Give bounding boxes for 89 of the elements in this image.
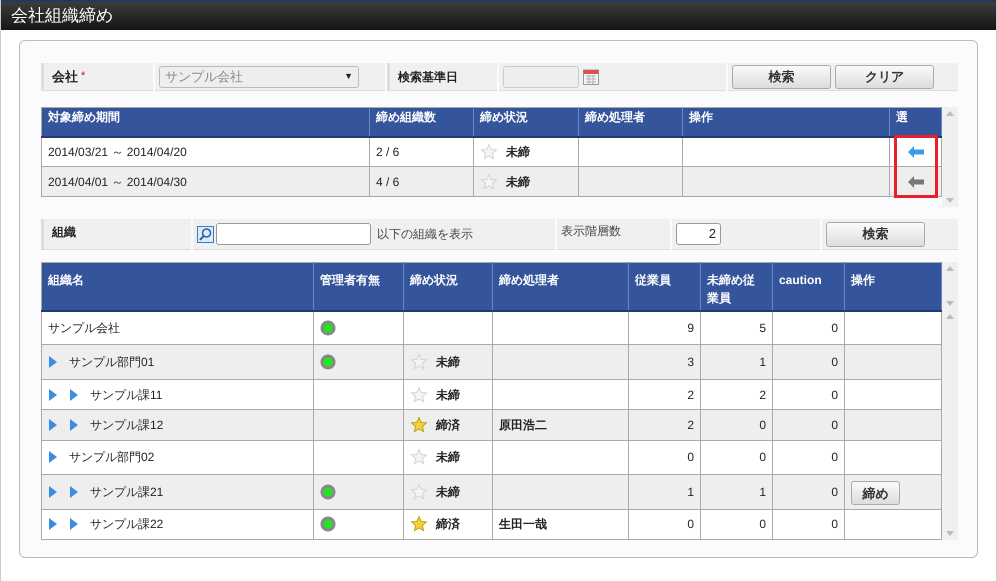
table-cell: 2014/04/01 ～ 2014/04/30 xyxy=(42,166,370,196)
column-header: 操作 xyxy=(844,262,942,310)
status-text: 未締 xyxy=(436,386,460,404)
close-button[interactable]: 締め xyxy=(851,481,900,506)
status-text: 未締 xyxy=(506,144,530,161)
table-row[interactable]: 2014/04/01 ～ 2014/04/30 4 / 6 未締 xyxy=(42,166,942,196)
status-text: 締済 xyxy=(436,416,460,434)
expand-icon[interactable] xyxy=(48,418,58,432)
expand-icon[interactable] xyxy=(69,388,79,402)
organization-name: サンプル課12 xyxy=(90,416,164,434)
status-text: 未締 xyxy=(436,484,460,501)
organization-field[interactable] xyxy=(216,223,371,245)
table-cell: 1 xyxy=(700,344,772,380)
expand-icon[interactable] xyxy=(48,355,58,370)
expand-icon[interactable] xyxy=(69,517,79,532)
company-dropdown[interactable]: サンプル会社 ▼ xyxy=(159,66,359,88)
field-suffix: 以下の組織を表示 xyxy=(377,226,473,243)
status-text: 未締 xyxy=(436,354,460,372)
column-header: 従業員 xyxy=(628,262,700,310)
column-header: 締め組織数 xyxy=(370,108,474,136)
table-row[interactable]: 2014/03/21 ～ 2014/04/20 2 / 6 未締 xyxy=(42,136,942,166)
scroll-down-icon[interactable] xyxy=(946,301,954,306)
column-header: 締め処理者 xyxy=(492,262,628,310)
highlight-frame xyxy=(894,135,938,198)
organization-name: サンプル課22 xyxy=(90,516,164,534)
expand-icon[interactable] xyxy=(48,450,58,464)
column-header: 対象締め期間 xyxy=(42,108,370,136)
table-cell: 0 xyxy=(772,509,844,540)
status-text: 未締 xyxy=(506,174,530,190)
column-header: 組織名 xyxy=(42,262,314,310)
scrollbar[interactable] xyxy=(942,310,958,540)
scrollbar[interactable] xyxy=(942,107,958,207)
table-cell: 0 xyxy=(772,474,844,510)
table-cell: 1 xyxy=(628,474,700,510)
expand-icon[interactable] xyxy=(69,484,79,499)
table-cell: 0 xyxy=(772,410,844,440)
field-label: 検索基準日 xyxy=(398,68,458,86)
clear-button[interactable]: クリア xyxy=(835,64,934,88)
organization-name: サンプル部門02 xyxy=(69,449,154,466)
table-cell: 0 xyxy=(700,410,772,440)
column-header: 未締め従業員 xyxy=(700,262,772,310)
dropdown-arrow: ▼ xyxy=(344,70,353,83)
table-cell: 0 xyxy=(772,344,844,380)
expand-icon[interactable] xyxy=(48,484,58,499)
search-button[interactable]: 検索 xyxy=(732,64,831,88)
field-label: 表示階層数 xyxy=(561,223,621,240)
column-header: 操作 xyxy=(682,108,890,136)
table-cell: 1 xyxy=(700,474,772,510)
left-arrow-icon[interactable] xyxy=(908,176,924,188)
scroll-up-icon[interactable] xyxy=(946,266,954,271)
column-header: 選 xyxy=(890,108,942,136)
scroll-down-icon[interactable] xyxy=(946,198,954,203)
status-text: 未締 xyxy=(436,449,460,466)
organization-name: サンプル課21 xyxy=(90,484,164,501)
table-cell: 3 xyxy=(628,344,700,380)
organization-name: サンプル課11 xyxy=(90,386,162,404)
organization-name: サンプル会社 xyxy=(48,320,120,337)
table-cell: 0 xyxy=(628,509,700,540)
scroll-down-icon[interactable] xyxy=(946,531,954,536)
column-header: caution xyxy=(772,262,844,310)
table-cell: 0 xyxy=(700,509,772,540)
dropdown-value: サンプル会社 xyxy=(165,68,243,86)
scroll-up-icon[interactable] xyxy=(946,111,954,116)
column-header: 締め状況 xyxy=(474,108,578,136)
scrollbar[interactable] xyxy=(942,262,958,310)
field-value: 2 xyxy=(708,225,716,244)
search-icon[interactable] xyxy=(197,226,214,242)
date-field[interactable] xyxy=(503,66,579,88)
field-label: 会社 xyxy=(52,68,78,86)
organization-name: サンプル部門01 xyxy=(69,354,154,372)
window-title: 会社組織締め xyxy=(11,5,113,28)
status-text: 締済 xyxy=(436,516,460,534)
column-header: 締め処理者 xyxy=(578,108,682,136)
required-mark: * xyxy=(81,69,86,84)
field-label: 組織 xyxy=(52,224,76,241)
search-button[interactable]: 検索 xyxy=(826,222,925,246)
closer-name: 生田一哉 xyxy=(499,517,547,532)
column-header: 管理者有無 xyxy=(314,262,404,310)
levels-field[interactable]: 2 xyxy=(676,223,721,245)
scroll-up-icon[interactable] xyxy=(946,314,954,319)
expand-icon[interactable] xyxy=(48,517,58,532)
table-cell: 2 xyxy=(628,410,700,440)
left-arrow-icon[interactable] xyxy=(908,146,924,158)
expand-icon[interactable] xyxy=(69,418,79,432)
closer-name: 原田浩二 xyxy=(499,418,547,432)
table-cell: 4 / 6 xyxy=(370,166,474,196)
expand-icon[interactable] xyxy=(48,388,58,402)
calendar-icon[interactable] xyxy=(583,68,599,85)
column-header: 締め状況 xyxy=(404,262,492,310)
